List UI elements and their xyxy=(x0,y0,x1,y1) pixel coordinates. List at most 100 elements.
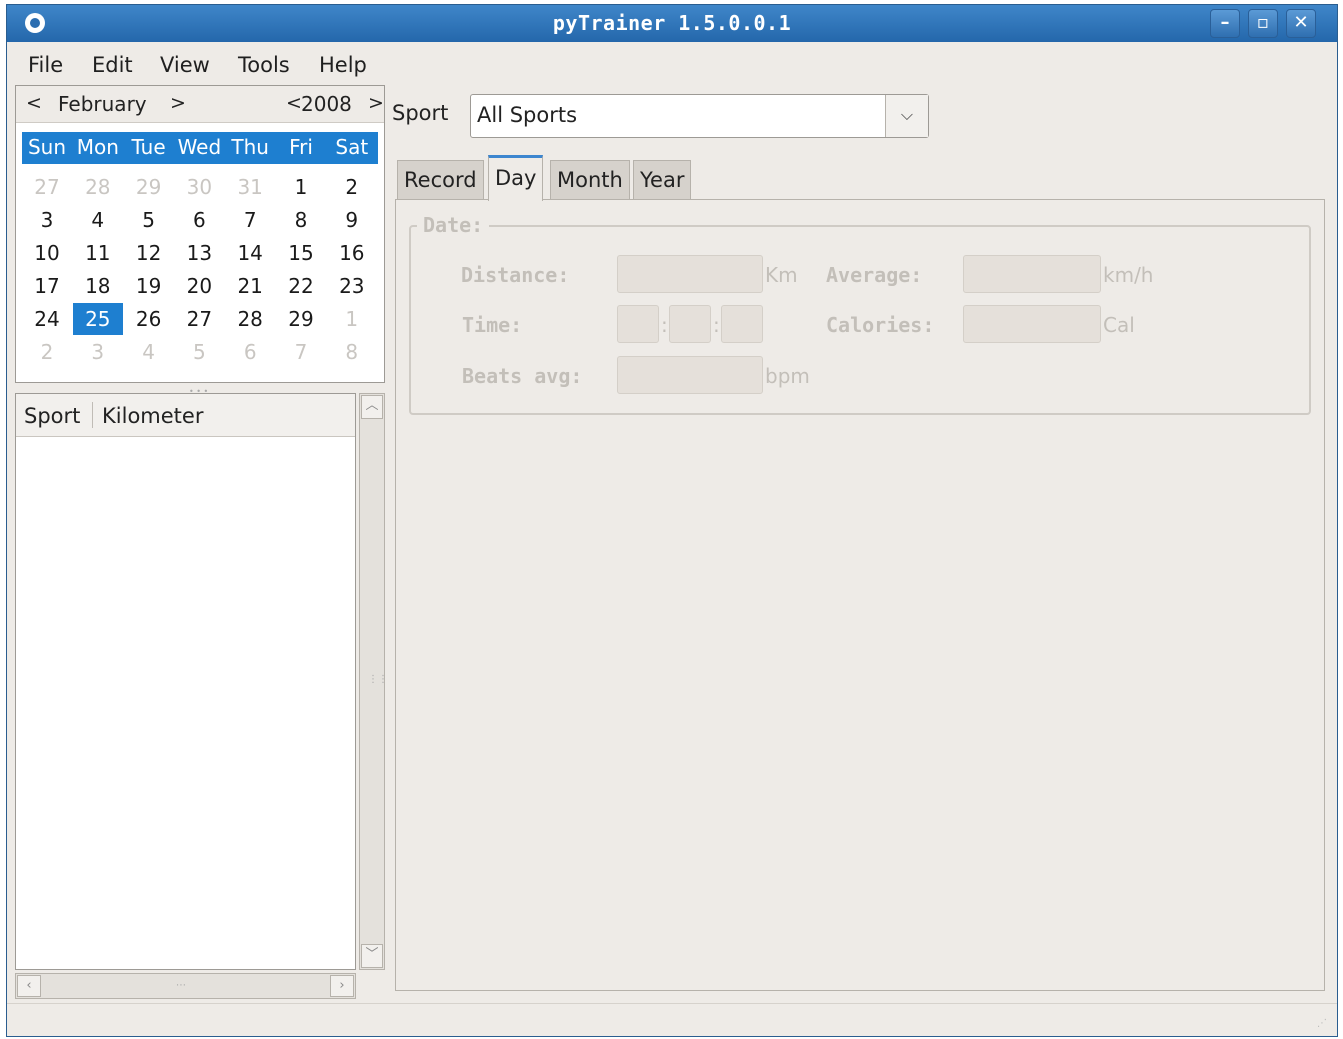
column-header-sport[interactable]: Sport xyxy=(24,404,80,428)
minimize-button[interactable]: – xyxy=(1210,9,1240,38)
average-field[interactable] xyxy=(963,255,1101,293)
sport-filter-select[interactable]: All Sports ⌵ xyxy=(470,94,929,138)
calendar-day[interactable]: 6 xyxy=(225,336,275,368)
pane-resize-handle[interactable]: • • • xyxy=(189,387,213,396)
scroll-down-icon[interactable]: ﹀ xyxy=(361,944,383,968)
day-name-tue: Tue xyxy=(131,135,166,159)
time-seconds-field[interactable] xyxy=(721,305,763,343)
calendar-day[interactable]: 22 xyxy=(276,270,326,302)
scroll-up-icon[interactable]: ︿ xyxy=(361,395,383,419)
calendar-day[interactable]: 21 xyxy=(225,270,275,302)
scroll-right-icon[interactable]: › xyxy=(330,975,354,997)
date-frame-label: Date: xyxy=(417,213,490,237)
prev-year-button[interactable]: < xyxy=(286,92,302,114)
sport-filter-label: Sport xyxy=(392,101,449,125)
day-name-sat: Sat xyxy=(335,135,369,159)
calendar-day[interactable]: 15 xyxy=(276,237,326,269)
resize-grip-icon[interactable]: ⋰ xyxy=(1317,1018,1333,1034)
calendar-day[interactable]: 1 xyxy=(327,303,377,335)
sport-summary-list[interactable]: Sport Kilometer xyxy=(15,393,356,970)
time-hours-field[interactable] xyxy=(617,305,659,343)
calendar-day[interactable]: 27 xyxy=(22,171,72,203)
time-label: Time: xyxy=(462,313,523,337)
calendar-day[interactable]: 3 xyxy=(73,336,123,368)
calendar-day[interactable]: 11 xyxy=(73,237,123,269)
beats-avg-label: Beats avg: xyxy=(462,364,583,388)
calories-unit: Cal xyxy=(1103,313,1135,337)
calendar-day[interactable]: 9 xyxy=(327,204,377,236)
tab-record[interactable]: Record xyxy=(397,160,484,200)
menu-edit[interactable]: Edit xyxy=(92,53,133,77)
horizontal-scrollbar[interactable]: ‹ ⋯ › xyxy=(15,973,356,999)
calendar-day[interactable]: 2 xyxy=(327,171,377,203)
calendar-day[interactable]: 28 xyxy=(225,303,275,335)
calendar-day[interactable]: 17 xyxy=(22,270,72,302)
calendar-day[interactable]: 5 xyxy=(174,336,224,368)
calendar-day[interactable]: 30 xyxy=(174,171,224,203)
calendar-day[interactable]: 4 xyxy=(73,204,123,236)
calendar-day[interactable]: 20 xyxy=(174,270,224,302)
calendar-day[interactable]: 29 xyxy=(276,303,326,335)
distance-field[interactable] xyxy=(617,255,763,293)
day-name-sun: Sun xyxy=(27,135,67,159)
calendar-day[interactable]: 18 xyxy=(73,270,123,302)
day-name-thu: Thu xyxy=(231,135,269,159)
tab-day[interactable]: Day xyxy=(488,155,544,201)
next-month-button[interactable]: > xyxy=(170,92,186,114)
calories-field[interactable] xyxy=(963,305,1101,343)
menu-bar: File Edit View Tools Help xyxy=(7,43,1337,81)
scroll-grip-icon: ⋮⋮ xyxy=(368,674,388,685)
menu-file[interactable]: File xyxy=(28,53,63,77)
list-header: Sport Kilometer xyxy=(16,394,355,437)
column-separator xyxy=(92,402,93,428)
menu-view[interactable]: View xyxy=(160,53,210,77)
calendar-day[interactable]: 6 xyxy=(174,204,224,236)
calendar-day[interactable]: 16 xyxy=(327,237,377,269)
close-button[interactable]: ✕ xyxy=(1286,9,1316,38)
day-name-mon: Mon xyxy=(76,135,119,159)
scroll-left-icon[interactable]: ‹ xyxy=(17,975,41,997)
average-unit: km/h xyxy=(1103,263,1154,287)
tab-month[interactable]: Month xyxy=(550,160,630,200)
calendar-day[interactable]: 8 xyxy=(327,336,377,368)
calendar-day[interactable]: 28 xyxy=(73,171,123,203)
calendar-day[interactable]: 31 xyxy=(225,171,275,203)
prev-month-button[interactable]: < xyxy=(26,92,42,114)
calendar-day[interactable]: 29 xyxy=(124,171,174,203)
time-separator: : xyxy=(713,313,720,337)
beats-avg-field[interactable] xyxy=(617,356,763,394)
calendar-day[interactable]: 27 xyxy=(174,303,224,335)
calendar-day[interactable]: 26 xyxy=(124,303,174,335)
calendar-day[interactable]: 14 xyxy=(225,237,275,269)
calendar-day[interactable]: 12 xyxy=(124,237,174,269)
average-label: Average: xyxy=(826,263,923,287)
maximize-button[interactable]: ▫ xyxy=(1248,9,1278,38)
calendar-day[interactable]: 19 xyxy=(124,270,174,302)
calendar-day[interactable]: 10 xyxy=(22,237,72,269)
chevron-down-icon[interactable]: ⌵ xyxy=(885,95,928,137)
calendar-day[interactable]: 4 xyxy=(124,336,174,368)
column-header-kilometer[interactable]: Kilometer xyxy=(102,404,203,428)
calendar-day[interactable]: 25 xyxy=(72,303,123,335)
time-minutes-field[interactable] xyxy=(669,305,711,343)
calendar-day[interactable]: 13 xyxy=(174,237,224,269)
calendar-day[interactable]: 24 xyxy=(22,303,72,335)
sport-filter-value: All Sports xyxy=(477,103,578,127)
next-year-button[interactable]: > xyxy=(368,92,384,114)
tab-year[interactable]: Year xyxy=(633,160,692,200)
calendar-day[interactable]: 3 xyxy=(22,204,72,236)
calendar-day[interactable]: 7 xyxy=(225,204,275,236)
calendar-day[interactable]: 5 xyxy=(124,204,174,236)
calendar-day[interactable]: 23 xyxy=(327,270,377,302)
vertical-scrollbar[interactable]: ︿ ⋮⋮ ﹀ xyxy=(359,393,388,970)
calendar-day[interactable]: 8 xyxy=(276,204,326,236)
app-window: pyTrainer 1.5.0.0.1 – ▫ ✕ File Edit View… xyxy=(6,4,1338,1037)
time-separator: : xyxy=(661,313,668,337)
menu-tools[interactable]: Tools xyxy=(238,53,290,77)
calendar-day[interactable]: 1 xyxy=(276,171,326,203)
calendar-day[interactable]: 2 xyxy=(22,336,72,368)
calendar-day[interactable]: 7 xyxy=(276,336,326,368)
title-bar[interactable]: pyTrainer 1.5.0.0.1 – ▫ ✕ xyxy=(7,5,1337,42)
calendar-day-names: Sun Mon Tue Wed Thu Fri Sat xyxy=(22,132,378,164)
menu-help[interactable]: Help xyxy=(319,53,367,77)
